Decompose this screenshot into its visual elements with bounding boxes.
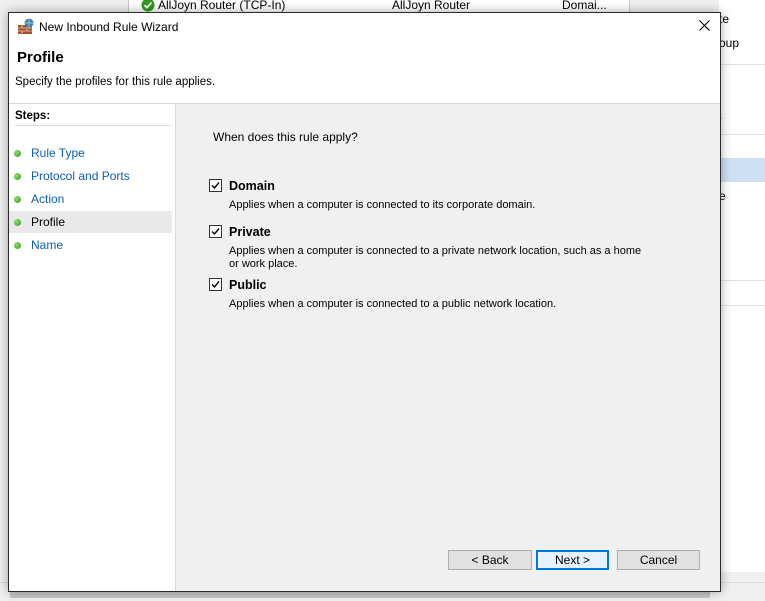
content-pane: When does this rule apply? Domain Applie… <box>177 104 720 591</box>
cancel-button[interactable]: Cancel <box>617 550 700 570</box>
checkmark-icon <box>211 181 220 190</box>
title-bar[interactable]: New Inbound Rule Wizard <box>9 13 720 41</box>
step-label: Action <box>31 192 65 206</box>
background-rule-profile: Domai... <box>562 0 607 12</box>
step-label: Rule Type <box>31 146 85 160</box>
back-button[interactable]: < Back <box>448 550 532 570</box>
private-checkbox[interactable] <box>209 225 222 238</box>
window-title: New Inbound Rule Wizard <box>39 20 179 34</box>
step-profile[interactable]: Profile <box>9 211 172 233</box>
step-protocol-and-ports[interactable]: Protocol and Ports <box>9 165 172 187</box>
wizard-header: Profile Specify the profiles for this ru… <box>9 41 720 104</box>
steps-heading: Steps: <box>15 110 51 122</box>
question-text: When does this rule apply? <box>213 130 358 144</box>
public-checkbox[interactable] <box>209 278 222 291</box>
domain-description: Applies when a computer is connected to … <box>229 199 536 211</box>
step-label: Profile <box>31 215 66 229</box>
private-description: Applies when a computer is connected to … <box>229 245 642 270</box>
private-label[interactable]: Private <box>229 225 271 239</box>
step-status-icon <box>14 150 21 157</box>
step-status-icon <box>14 196 21 203</box>
background-text: oup <box>719 36 740 50</box>
page-title: Profile <box>17 49 64 66</box>
step-status-icon <box>14 173 21 180</box>
background-rule-group: AllJoyn Router <box>392 0 471 12</box>
background-selected-row <box>719 158 765 182</box>
step-label: Protocol and Ports <box>31 169 130 183</box>
steps-divider <box>15 125 171 126</box>
step-rule-type[interactable]: Rule Type <box>9 142 172 164</box>
public-description: Applies when a computer is connected to … <box>229 298 557 310</box>
wizard-dialog: New Inbound Rule Wizard Profile Specify … <box>8 12 721 592</box>
close-button[interactable] <box>689 13 720 41</box>
background-rule-name: AllJoyn Router (TCP-In) <box>158 0 286 12</box>
checkmark-icon <box>211 227 220 236</box>
step-action[interactable]: Action <box>9 188 172 210</box>
step-label: Name <box>31 238 64 252</box>
background-actions-pane: te oup . e <box>719 0 765 600</box>
firewall-app-icon <box>17 18 35 36</box>
domain-checkbox[interactable] <box>209 179 222 192</box>
next-button[interactable]: Next > <box>536 550 609 570</box>
close-icon <box>699 20 710 34</box>
step-name[interactable]: Name <box>9 234 172 256</box>
domain-label[interactable]: Domain <box>229 179 275 193</box>
page-description: Specify the profiles for this rule appli… <box>15 76 216 88</box>
checkmark-icon <box>211 280 220 289</box>
steps-pane: Steps: Rule Type Protocol and Ports Acti… <box>9 104 176 591</box>
step-status-icon <box>14 242 21 249</box>
step-status-icon <box>14 219 21 226</box>
public-label[interactable]: Public <box>229 278 267 292</box>
